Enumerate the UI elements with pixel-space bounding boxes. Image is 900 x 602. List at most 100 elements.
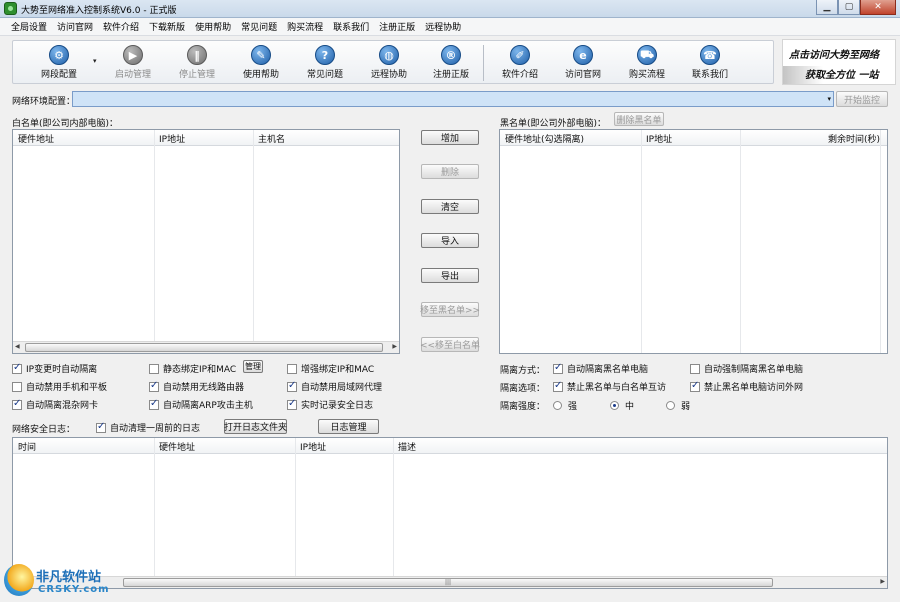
remote-assist-label: 远程协助 xyxy=(370,70,407,80)
checkbox-label: 实时记录安全日志 xyxy=(301,401,374,411)
open-log-folder-button[interactable]: 打开日志文件夹 xyxy=(224,419,287,434)
menu-contact[interactable]: 联系我们 xyxy=(328,20,374,33)
isolate-arp-checkbox[interactable]: 自动隔离ARP攻击主机 xyxy=(149,398,253,411)
col-description[interactable]: 描述 xyxy=(398,440,416,453)
faq-label: 常见问题 xyxy=(306,70,343,80)
blacklist-header: 硬件地址(勾选隔离) IP地址 剩余时间(秒) xyxy=(500,130,887,146)
move-to-whitelist-button[interactable]: <<移至白名单 xyxy=(420,337,480,352)
manage-binding-button[interactable]: 管理 xyxy=(243,360,263,373)
strength-strong-radio[interactable]: 强 xyxy=(553,399,577,412)
log-hscrollbar[interactable]: ◀ ||| ▶ xyxy=(13,576,887,588)
log-table[interactable]: 时间 硬件地址 IP地址 描述 ◀ ||| ▶ xyxy=(12,437,888,589)
menu-help[interactable]: 使用帮助 xyxy=(190,20,236,33)
col-hostname[interactable]: 主机名 xyxy=(258,132,285,145)
static-bind-checkbox[interactable]: 静态绑定IP和MAC xyxy=(149,362,236,375)
net-env-select[interactable]: ▾ xyxy=(72,91,834,107)
register-button[interactable]: ® 注册正版 xyxy=(419,43,483,83)
menu-purchase[interactable]: 购买流程 xyxy=(282,20,328,33)
col-ip[interactable]: IP地址 xyxy=(159,132,185,145)
maximize-button[interactable]: ▢ xyxy=(838,0,860,15)
column-divider xyxy=(154,438,155,588)
col-time[interactable]: 时间 xyxy=(18,440,36,453)
scroll-thumb[interactable] xyxy=(25,343,383,352)
col-ip[interactable]: IP地址 xyxy=(646,132,672,145)
import-button[interactable]: 导入 xyxy=(421,233,479,248)
auto-isolate-checkbox[interactable]: 自动隔离黑名单电脑 xyxy=(553,362,648,375)
ip-change-isolate-checkbox[interactable]: IP变更时自动隔离 xyxy=(12,362,97,375)
close-button[interactable]: ✕ xyxy=(860,0,896,15)
disable-mobile-checkbox[interactable]: 自动禁用手机和平板 xyxy=(12,380,107,393)
auto-clean-log-checkbox[interactable]: 自动清理一周前的日志 xyxy=(96,421,200,434)
menu-global-settings[interactable]: 全局设置 xyxy=(6,20,52,33)
menu-visit-site[interactable]: 访问官网 xyxy=(52,20,98,33)
grad-cap-icon: ✎ xyxy=(251,45,271,65)
move-to-blacklist-button[interactable]: 移至黑名单>> xyxy=(420,302,480,317)
scroll-thumb[interactable]: ||| xyxy=(123,578,773,587)
contact-button[interactable]: ☎ 联系我们 xyxy=(678,43,742,83)
delete-button[interactable]: 删除 xyxy=(421,164,479,179)
window-title: 大势至网络准入控制系统V6.0 - 正式版 xyxy=(21,6,177,16)
clear-button[interactable]: 清空 xyxy=(421,199,479,214)
menu-register[interactable]: 注册正版 xyxy=(374,20,420,33)
start-manage-button[interactable]: ▶ 启动管理 xyxy=(101,43,165,83)
window-controls: ▁ ▢ ✕ xyxy=(816,0,896,16)
radio-dot xyxy=(610,401,619,410)
menu-faq[interactable]: 常见问题 xyxy=(236,20,282,33)
col-mac-isolate[interactable]: 硬件地址(勾选隔离) xyxy=(505,132,584,145)
col-remaining-time[interactable]: 剩余时间(秒) xyxy=(828,132,880,145)
segment-config-button[interactable]: ⚙ 网段配置 xyxy=(27,43,91,83)
chevron-down-icon: ▾ xyxy=(827,95,831,103)
menu-software-intro[interactable]: 软件介绍 xyxy=(98,20,144,33)
scroll-right-icon[interactable]: ▶ xyxy=(880,578,885,585)
register-label: 注册正版 xyxy=(432,70,469,80)
checkbox-label: 自动禁用局域网代理 xyxy=(301,383,383,393)
disable-wireless-checkbox[interactable]: 自动禁用无线路由器 xyxy=(149,380,244,393)
scroll-right-icon[interactable]: ▶ xyxy=(392,343,397,350)
start-monitor-button[interactable]: 开始监控 xyxy=(836,91,888,107)
faq-button[interactable]: ? 常见问题 xyxy=(293,43,357,83)
strength-medium-radio[interactable]: 中 xyxy=(610,399,634,412)
col-ip[interactable]: IP地址 xyxy=(300,440,326,453)
checkbox-box xyxy=(149,363,159,374)
stop-manage-button[interactable]: ‖ 停止管理 xyxy=(165,43,229,83)
column-divider xyxy=(154,130,155,353)
menu-remote-assist[interactable]: 远程协助 xyxy=(420,20,466,33)
export-button[interactable]: 导出 xyxy=(421,268,479,283)
minimize-button[interactable]: ▁ xyxy=(816,0,838,15)
strength-weak-radio[interactable]: 弱 xyxy=(666,399,690,412)
remote-assist-button[interactable]: ◍ 远程协助 xyxy=(357,43,421,83)
software-intro-button[interactable]: ✐ 软件介绍 xyxy=(488,43,552,83)
checkbox-label: 静态绑定IP和MAC xyxy=(163,365,237,375)
no-mutual-access-checkbox[interactable]: 禁止黑名单与白名单互访 xyxy=(553,380,666,393)
isolate-promisc-checkbox[interactable]: 自动隔离混杂网卡 xyxy=(12,398,98,411)
whitelist-table[interactable]: 硬件地址 IP地址 主机名 ◀ ▶ xyxy=(12,129,400,354)
force-isolate-checkbox[interactable]: 自动强制隔离黑名单电脑 xyxy=(690,362,803,375)
isolation-options-label: 隔离选项： xyxy=(500,384,546,394)
checkbox-label: 自动隔离混杂网卡 xyxy=(26,401,99,411)
help-label: 使用帮助 xyxy=(242,70,279,80)
promo-banner[interactable]: 点击访问大势至网络 获取全方位 一站 xyxy=(782,39,896,85)
no-external-access-checkbox[interactable]: 禁止黑名单电脑访问外网 xyxy=(690,380,803,393)
realtime-log-checkbox[interactable]: 实时记录安全日志 xyxy=(287,398,373,411)
cart-icon: ⛟ xyxy=(637,45,657,65)
chevron-down-icon[interactable]: ▾ xyxy=(93,57,97,65)
radio-label: 弱 xyxy=(681,402,691,412)
enhanced-bind-checkbox[interactable]: 增强绑定IP和MAC xyxy=(287,362,374,375)
checkbox-box xyxy=(287,380,297,392)
disable-lan-proxy-checkbox[interactable]: 自动禁用局域网代理 xyxy=(287,380,382,393)
help-button[interactable]: ✎ 使用帮助 xyxy=(229,43,293,83)
col-mac[interactable]: 硬件地址 xyxy=(18,132,54,145)
blacklist-table[interactable]: 硬件地址(勾选隔离) IP地址 剩余时间(秒) xyxy=(499,129,888,354)
phone-icon: ☎ xyxy=(700,45,720,65)
log-manage-button[interactable]: 日志管理 xyxy=(318,419,379,434)
checkbox-box xyxy=(149,380,159,392)
col-mac[interactable]: 硬件地址 xyxy=(159,440,195,453)
menu-download[interactable]: 下载新版 xyxy=(144,20,190,33)
scroll-left-icon[interactable]: ◀ xyxy=(15,343,20,350)
visit-site-button[interactable]: e 访问官网 xyxy=(551,43,615,83)
purchase-button[interactable]: ⛟ 购买流程 xyxy=(615,43,679,83)
whitelist-hscrollbar[interactable]: ◀ ▶ xyxy=(13,341,399,353)
checkbox-label: 自动清理一周前的日志 xyxy=(110,424,201,434)
delete-blacklist-button[interactable]: 删除黑名单 xyxy=(614,112,664,126)
add-button[interactable]: 增加 xyxy=(421,130,479,145)
